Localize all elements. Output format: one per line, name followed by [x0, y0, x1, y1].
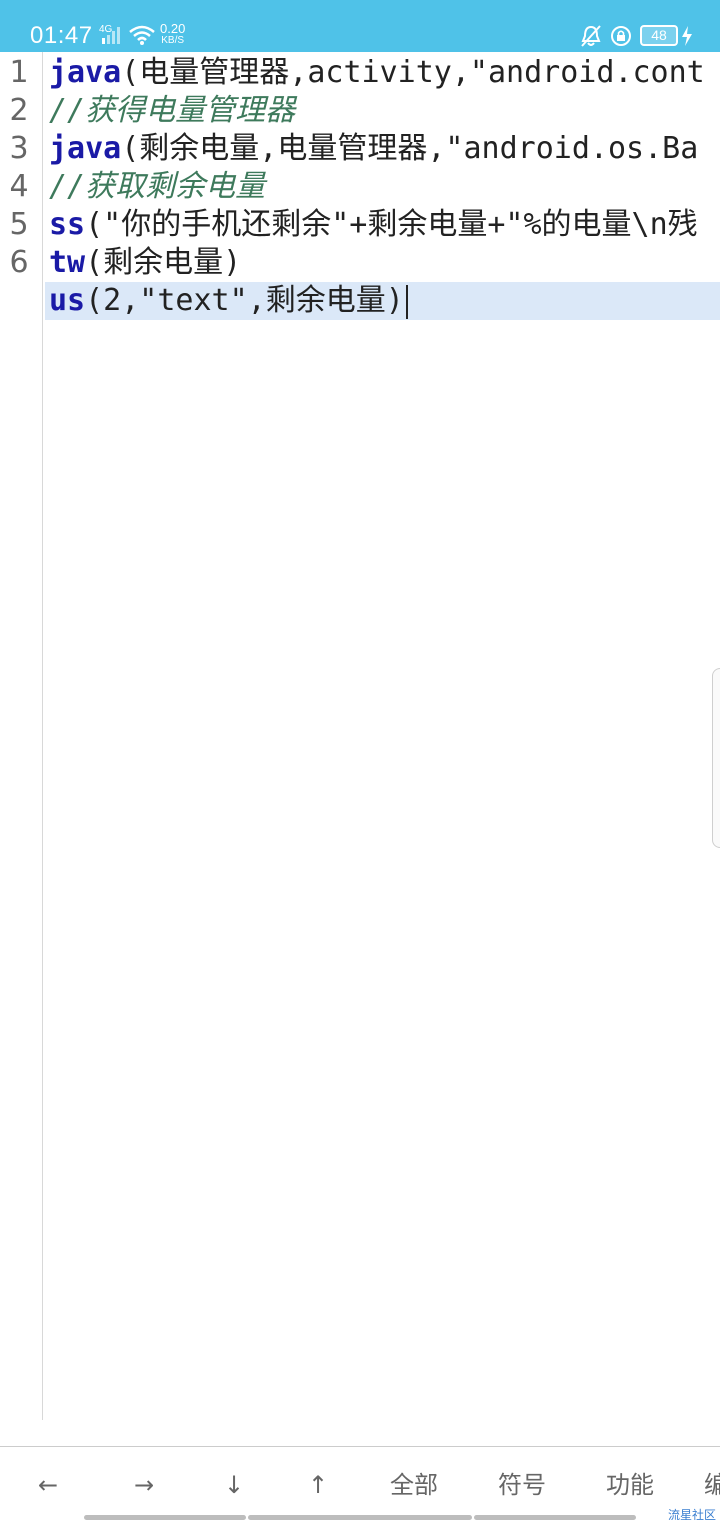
cursor-left-button[interactable]: ←	[0, 1447, 96, 1520]
bottom-toolbar: ← → ↓ ↑ 全部 符号 功能 编	[0, 1446, 720, 1520]
code-args: (2,"text",剩余电量)	[85, 283, 404, 318]
code-line-5[interactable]: 5 ss("你的手机还剩余"+剩余电量+"%的电量\n残	[0, 206, 720, 244]
code-keyword: us	[49, 283, 86, 318]
line-number: 2	[9, 93, 29, 128]
signal-icon	[100, 26, 122, 48]
fast-scroll-handle[interactable]	[712, 668, 720, 848]
code-text[interactable]: tw(剩余电量)	[49, 244, 241, 282]
code-line-2[interactable]: 2 //获得电量管理器	[0, 92, 720, 130]
status-bar: 01:47 4G 0.20 KB/S 48	[0, 0, 720, 52]
code-text[interactable]: java(剩余电量,电量管理器,"android.os.Ba	[49, 130, 698, 168]
code-keyword: java	[49, 131, 122, 166]
cursor-up-button[interactable]: ↑	[276, 1447, 360, 1520]
code-text[interactable]: //获取剩余电量	[49, 168, 265, 206]
status-time: 01:47	[30, 22, 93, 49]
battery-level: 48	[640, 25, 678, 46]
toolbar-scrollbar-segment	[474, 1515, 636, 1520]
line-number: 1	[9, 55, 29, 90]
code-args: (电量管理器,activity,"android.cont	[121, 55, 705, 90]
bell-muted-icon	[580, 24, 602, 52]
watermark-text: 流星社区	[668, 1508, 717, 1520]
line-number: 3	[9, 131, 29, 166]
code-keyword: tw	[49, 245, 86, 280]
toolbar-scrollbar-segment	[84, 1515, 246, 1520]
line-number: 6	[9, 245, 29, 280]
text-cursor	[405, 284, 408, 319]
code-line-7-current[interactable]: 7 us(2,"text",剩余电量)	[45, 282, 720, 320]
code-comment: //获得电量管理器	[49, 93, 296, 128]
code-args: (剩余电量)	[85, 245, 242, 280]
code-line-4[interactable]: 4 //获取剩余电量	[0, 168, 720, 206]
code-comment: //获取剩余电量	[49, 169, 266, 204]
speed-unit: KB/S	[161, 35, 185, 46]
code-text[interactable]: us(2,"text",剩余电量)	[49, 282, 408, 320]
rotation-lock-icon	[610, 25, 632, 51]
code-text[interactable]: //获得电量管理器	[49, 92, 295, 130]
code-keyword: java	[49, 55, 122, 90]
code-args: ("你的手机还剩余"+剩余电量+"%的电量\n残	[85, 207, 698, 242]
code-text[interactable]: java(电量管理器,activity,"android.cont	[49, 54, 705, 92]
code-text[interactable]: ss("你的手机还剩余"+剩余电量+"%的电量\n残	[49, 206, 698, 244]
network-speed: 0.20 KB/S	[160, 21, 186, 47]
toolbar-scrollbar-segment	[248, 1515, 472, 1520]
speed-value: 0.20	[160, 21, 186, 36]
code-line-1[interactable]: 1 java(电量管理器,activity,"android.cont	[0, 54, 720, 92]
line-number: 4	[9, 169, 29, 204]
code-line-3[interactable]: 3 java(剩余电量,电量管理器,"android.os.Ba	[0, 130, 720, 168]
cursor-right-button[interactable]: →	[96, 1447, 192, 1520]
code-args: (剩余电量,电量管理器,"android.os.Ba	[121, 131, 699, 166]
line-number: 5	[9, 207, 29, 242]
code-editor[interactable]: 1 java(电量管理器,activity,"android.cont 2 //…	[0, 52, 720, 1420]
code-keyword: ss	[49, 207, 86, 242]
wifi-icon	[128, 24, 156, 50]
charging-icon	[681, 26, 693, 50]
cursor-down-button[interactable]: ↓	[192, 1447, 276, 1520]
select-all-button[interactable]: 全部	[360, 1447, 468, 1520]
symbols-button[interactable]: 符号	[468, 1447, 576, 1520]
code-line-6[interactable]: 6 tw(剩余电量)	[0, 244, 720, 282]
